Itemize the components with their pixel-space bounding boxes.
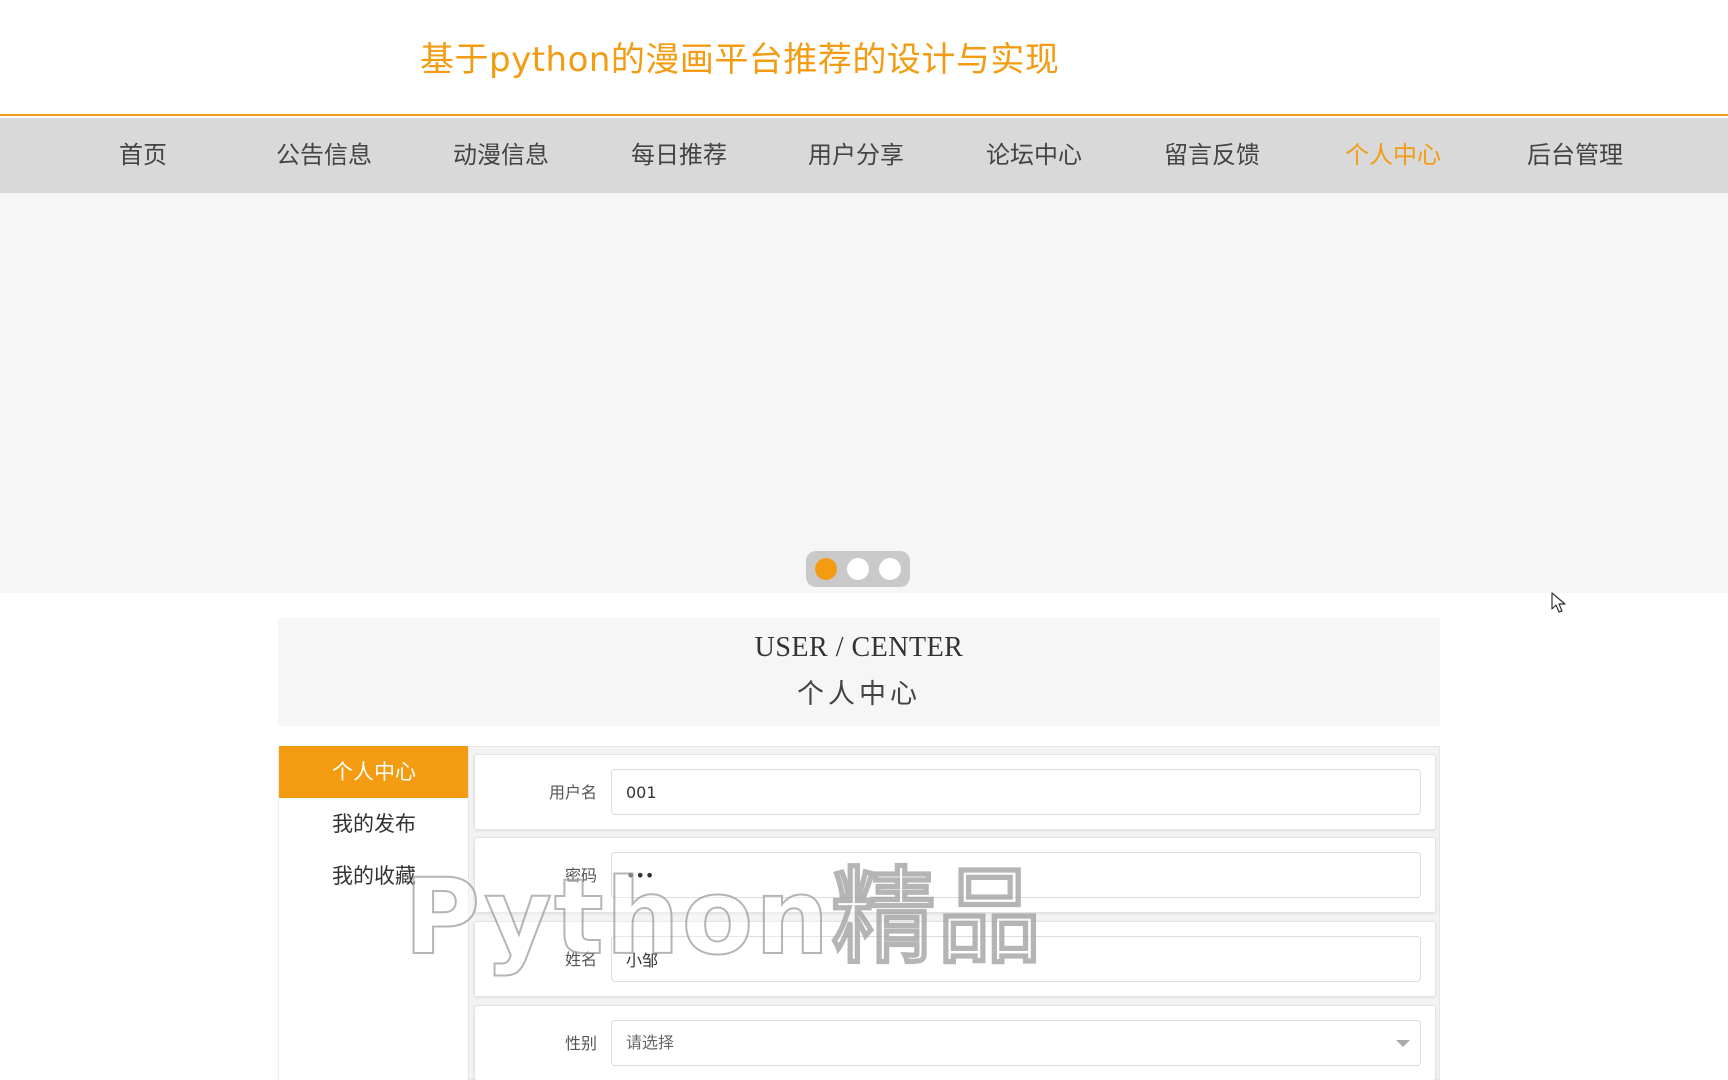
nav-item-daily-recommend[interactable]: 每日推荐 <box>631 118 727 193</box>
gender-select[interactable]: 请选择 <box>611 1020 1421 1066</box>
form-row-password: 密码 <box>474 837 1436 913</box>
section-header: USER / CENTER 个人中心 <box>278 618 1440 726</box>
form-row-gender: 性别 请选择 <box>474 1005 1436 1080</box>
main-nav: 首页 公告信息 动漫信息 每日推荐 用户分享 论坛中心 留言反馈 个人中心 后台… <box>0 118 1728 193</box>
section-title-cn: 个人中心 <box>797 679 921 710</box>
sidebar-item-user-center[interactable]: 个人中心 <box>279 746 469 798</box>
nav-item-anime[interactable]: 动漫信息 <box>453 118 549 193</box>
nav-item-user-center[interactable]: 个人中心 <box>1345 118 1441 193</box>
nav-item-home[interactable]: 首页 <box>119 118 167 193</box>
section-title-en: USER / CENTER <box>754 632 964 663</box>
username-label: 用户名 <box>548 783 597 802</box>
carousel-dot-2[interactable] <box>847 558 869 580</box>
sidebar-item-my-posts[interactable]: 我的发布 <box>279 798 469 850</box>
form-row-name: 姓名 <box>474 921 1436 997</box>
nav-item-feedback[interactable]: 留言反馈 <box>1164 118 1260 193</box>
site-title: 基于python的漫画平台推荐的设计与实现 <box>420 40 1060 80</box>
gender-select-value: 请选择 <box>626 1033 675 1052</box>
sidebar-item-my-favorites[interactable]: 我的收藏 <box>279 850 469 902</box>
username-input[interactable] <box>611 769 1421 815</box>
mouse-cursor-icon <box>1551 592 1566 613</box>
form-row-username: 用户名 <box>474 754 1436 830</box>
chevron-down-icon <box>1396 1040 1410 1047</box>
carousel-dot-3[interactable] <box>879 558 901 580</box>
nav-item-announcements[interactable]: 公告信息 <box>276 118 372 193</box>
nav-item-forum[interactable]: 论坛中心 <box>986 118 1082 193</box>
nav-item-admin[interactable]: 后台管理 <box>1527 118 1623 193</box>
carousel-dot-1[interactable] <box>815 558 837 580</box>
name-input[interactable] <box>611 936 1421 982</box>
gender-label: 性别 <box>564 1034 597 1053</box>
nav-item-user-share[interactable]: 用户分享 <box>808 118 904 193</box>
carousel-indicator <box>806 551 910 587</box>
site-header: 基于python的漫画平台推荐的设计与实现 <box>0 0 1728 116</box>
profile-form: 用户名 密码 姓名 性别 请选择 <box>468 746 1440 1080</box>
password-input[interactable] <box>611 852 1421 898</box>
name-label: 姓名 <box>564 950 597 969</box>
password-label: 密码 <box>564 866 597 885</box>
user-sidebar: 个人中心 我的发布 我的收藏 <box>278 746 469 1080</box>
carousel-banner <box>0 193 1728 593</box>
